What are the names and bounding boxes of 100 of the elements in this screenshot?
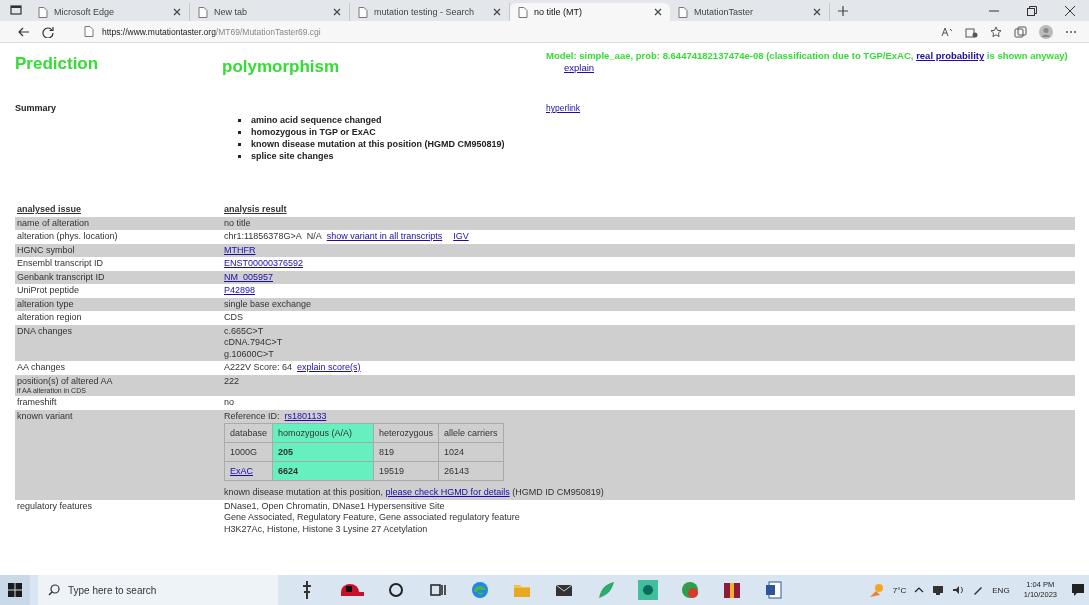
column-header: database	[224, 423, 273, 443]
summary-item: known disease mutation at this position (HGMD CM950819)	[251, 138, 505, 150]
circle-icon[interactable]	[386, 580, 406, 600]
link[interactable]: show variant in all transcripts	[326, 231, 443, 243]
variant-note: known disease mutation at this position, please check HGMD for details (HGMD ID CM950819)	[224, 487, 605, 499]
restore-icon[interactable]	[1027, 6, 1037, 16]
hyperlink[interactable]: hyperlink	[546, 103, 581, 113]
table-cell-text: c.665C>T	[224, 325, 264, 337]
table-cell: 26143	[438, 461, 504, 481]
bullet-icon	[238, 143, 241, 146]
start-button[interactable]	[0, 575, 30, 605]
model-note: Model: simple_aae, prob: 8.64474182137474e-08 (classification due to TGP/ExAC, real probability is shown anyway) explain	[546, 50, 1069, 74]
table-cell-text: A222V Score: 64	[224, 362, 293, 374]
table-cell-text: CDS	[224, 312, 243, 324]
link[interactable]: real probability	[916, 50, 985, 61]
row-label: regulatory features	[17, 500, 94, 512]
link[interactable]: ENST00000376592	[224, 258, 304, 270]
summary-label: Summary	[15, 103, 58, 115]
close-icon[interactable]	[654, 8, 662, 16]
app-icon[interactable]	[638, 580, 658, 600]
page-icon	[678, 6, 688, 18]
row-label: name of alteration	[17, 217, 91, 229]
row-label: alteration type	[17, 298, 75, 310]
row-label: known variant	[17, 410, 74, 422]
bullet-icon	[238, 131, 241, 134]
volume-icon[interactable]	[952, 585, 965, 595]
table-cell-text: chr1:11856378G>A	[224, 231, 302, 243]
page-icon	[518, 6, 528, 18]
new-tab-icon[interactable]	[838, 6, 848, 16]
table-cell-text: cDNA.794C>T	[224, 337, 283, 349]
page-icon	[198, 6, 208, 18]
browser-tab[interactable]: no title (MT)	[510, 3, 670, 21]
row-label: DNA changes	[17, 325, 74, 337]
close-icon[interactable]	[493, 8, 501, 16]
row-label: Genbank transcript ID	[17, 271, 106, 283]
pen-icon[interactable]	[972, 585, 985, 595]
row-label: UniProt peptide	[17, 285, 81, 297]
table-cell-text: Reference ID:	[224, 410, 280, 422]
extension-icon[interactable]	[965, 25, 978, 38]
link[interactable]: explain score(s)	[297, 362, 361, 374]
search-field[interactable]: Type here to search	[38, 575, 278, 605]
table-cell-text: g.10600C>T	[224, 348, 274, 360]
link[interactable]: please check HGMD for details	[385, 487, 510, 497]
profile-icon[interactable]	[1039, 24, 1053, 39]
link[interactable]: rs1801133	[284, 410, 327, 422]
row-label: position(s) of altered AA	[17, 375, 114, 387]
more-icon[interactable]	[1065, 29, 1077, 34]
prediction-heading: Prediction	[15, 53, 100, 75]
table-cell-text: N/A	[306, 231, 322, 243]
language-indicator[interactable]: ENG	[992, 585, 1010, 595]
close-icon[interactable]	[813, 8, 821, 16]
summary-item: homozygous in TGP or ExAC	[251, 126, 376, 138]
document-icon[interactable]	[764, 580, 784, 600]
notification-icon[interactable]	[1071, 583, 1085, 597]
table-cell-text: Gene Associated, Regulatory Feature, Gene associated regulatory feature	[224, 512, 520, 524]
row-label: alteration region	[17, 312, 83, 324]
table-cell-text: H3K27Ac, Histone, Histone 3 Lysine 27 Acetylation	[224, 523, 428, 535]
table-cell-text: single base exchange	[224, 298, 312, 310]
close-icon[interactable]	[333, 8, 341, 16]
column-header: heterozygous	[373, 423, 439, 443]
table-cell-text: 222	[224, 375, 240, 387]
refresh-icon[interactable]	[42, 25, 54, 38]
summary-item: splice site changes	[251, 150, 334, 162]
search-icon	[48, 584, 60, 596]
bullet-icon	[238, 119, 241, 122]
table-cell: 19519	[373, 461, 439, 481]
collections-icon[interactable]	[1014, 25, 1027, 38]
row-label: alteration (phys. location)	[17, 231, 119, 243]
network-icon[interactable]	[932, 585, 945, 595]
tab-actions-icon[interactable]	[10, 4, 22, 16]
temperature-text: 7°C	[892, 585, 907, 595]
link[interactable]: P42898	[224, 285, 256, 297]
page-icon	[38, 6, 48, 18]
close-icon[interactable]	[1065, 6, 1075, 16]
close-icon[interactable]	[173, 8, 181, 16]
summary-item: amino acid sequence changed	[251, 114, 382, 126]
prediction-result: polymorphism	[222, 56, 341, 78]
archive-icon[interactable]	[722, 580, 742, 600]
table-cell-text: DNase1, Open Chromatin, DNase1 Hypersensitive Site	[224, 500, 445, 512]
column-header: analysed issue	[17, 204, 83, 216]
table-cell: 819	[373, 442, 439, 462]
bullet-icon	[238, 155, 241, 158]
page-icon	[358, 6, 368, 18]
page-icon	[84, 26, 94, 37]
favorite-icon[interactable]	[990, 25, 1002, 38]
read-aloud-icon[interactable]	[941, 26, 953, 37]
row-label: AA changes	[17, 362, 67, 374]
back-icon[interactable]	[18, 26, 30, 37]
table-cell: 1024	[438, 442, 504, 462]
table-cell-text: no title	[224, 217, 251, 229]
row-label: frameshift	[17, 397, 58, 409]
row-label: HGNC symbol	[17, 244, 76, 256]
table-cell: 1000G	[224, 442, 273, 462]
browser-icon[interactable]	[470, 580, 490, 600]
link[interactable]: NM_005957	[224, 271, 274, 283]
chevron-up-icon[interactable]	[914, 587, 925, 593]
link[interactable]: IGV	[453, 231, 469, 243]
link[interactable]: MTHFR	[224, 244, 256, 256]
column-header: homozygous (A/A)	[272, 423, 374, 443]
explain-link[interactable]: explain	[564, 62, 595, 73]
